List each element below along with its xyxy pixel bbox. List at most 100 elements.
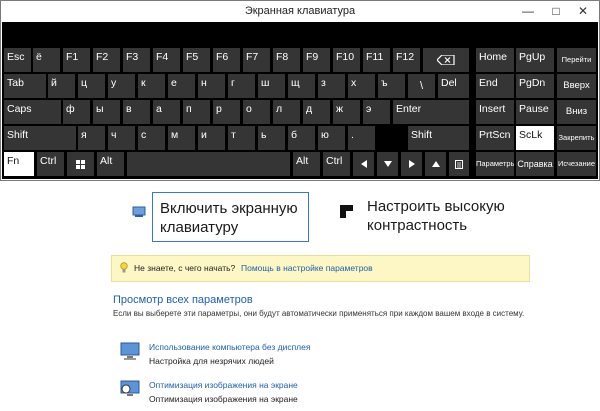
key-up[interactable]: Вверх xyxy=(557,74,596,98)
section-title: Просмотр всех параметров xyxy=(113,294,253,306)
key-esc[interactable]: Esc xyxy=(4,48,31,72)
key-menu[interactable] xyxy=(449,152,469,176)
key-sclk[interactable]: ScLk xyxy=(516,126,554,150)
option-no-display-link[interactable]: Использование компьютера без дисплея xyxy=(149,342,310,352)
key-arrow-down[interactable] xyxy=(377,152,398,176)
key-del[interactable]: Del xyxy=(438,74,469,98)
key-letter-row3-4[interactable]: и xyxy=(198,126,225,150)
key-prtscn[interactable]: PrtScn xyxy=(476,126,514,150)
key-letter-row3-7[interactable]: б xyxy=(288,126,315,150)
key-windows[interactable] xyxy=(67,152,94,176)
backspace-key[interactable] xyxy=(423,48,469,72)
key-home[interactable]: Home xyxy=(476,48,514,72)
minimize-button[interactable]: — xyxy=(519,3,537,19)
key-letter-row2-4[interactable]: п xyxy=(183,100,210,124)
key-letter-row3-3[interactable]: м xyxy=(168,126,195,150)
key-letter-row1-9[interactable]: з xyxy=(318,74,345,98)
key-letter-row2-7[interactable]: л xyxy=(273,100,300,124)
on-screen-keyboard-window: Экранная клавиатура — □ ✕ Esc ё F1 F2 F3… xyxy=(0,0,600,181)
maximize-button[interactable]: □ xyxy=(547,3,565,19)
key-letter-row1-10[interactable]: х xyxy=(348,74,375,98)
key-letter-row2-9[interactable]: ж xyxy=(333,100,360,124)
key-letter-row1-7[interactable]: ш xyxy=(258,74,285,98)
key-alt-left[interactable]: Alt xyxy=(97,152,124,176)
key-dock[interactable]: Закрепить xyxy=(557,126,596,150)
key-pgdn[interactable]: PgDn xyxy=(516,74,554,98)
option-optimize-display-link[interactable]: Оптимизация изображения на экране xyxy=(149,380,298,390)
key-letter-row3-8[interactable]: ю xyxy=(318,126,345,150)
key-letter-row1-11[interactable]: ъ xyxy=(378,74,405,98)
key-letter-row3-5[interactable]: т xyxy=(228,126,255,150)
hint-question: Не знаете, с чего начать? xyxy=(134,263,236,273)
key-letter-row3-6[interactable]: ь xyxy=(258,126,285,150)
key-letter-row1-1[interactable]: ц xyxy=(78,74,105,98)
key-jump[interactable]: Перейти xyxy=(557,48,596,72)
menu-icon xyxy=(455,159,463,169)
key-letter-row3-9[interactable]: . xyxy=(348,126,375,150)
key-letter-row1-3[interactable]: к xyxy=(138,74,165,98)
key-tab[interactable]: Tab xyxy=(4,74,46,98)
key-alt-right[interactable]: Alt xyxy=(293,152,320,176)
key-letter-row1-8[interactable]: щ xyxy=(288,74,315,98)
key-letter-row3-0[interactable]: я xyxy=(78,126,105,150)
key-f11[interactable]: F11 xyxy=(363,48,390,72)
key-f1[interactable]: F1 xyxy=(63,48,90,72)
key-letter-row2-1[interactable]: ы xyxy=(93,100,120,124)
close-button[interactable]: ✕ xyxy=(574,3,592,19)
key-end[interactable]: End xyxy=(476,74,514,98)
key-insert[interactable]: Insert xyxy=(476,100,514,124)
hint-help-link[interactable]: Помощь в настройке параметров xyxy=(241,263,373,273)
key-arrow-up[interactable] xyxy=(425,152,446,176)
key-f5[interactable]: F5 xyxy=(183,48,210,72)
key-f2[interactable]: F2 xyxy=(93,48,120,72)
key-letter-row2-5[interactable]: р xyxy=(213,100,240,124)
key-letter-row3-2[interactable]: с xyxy=(138,126,165,150)
key-letter-row2-0[interactable]: ф xyxy=(63,100,90,124)
key-down[interactable]: Вниз xyxy=(557,100,596,124)
key-fn[interactable]: Fn xyxy=(4,152,34,176)
key-yo[interactable]: ё xyxy=(33,48,60,72)
key-f10[interactable]: F10 xyxy=(333,48,360,72)
key-letter-row2-6[interactable]: о xyxy=(243,100,270,124)
key-letter-row2-2[interactable]: в xyxy=(123,100,150,124)
key-f7[interactable]: F7 xyxy=(243,48,270,72)
key-letter-row1-4[interactable]: е xyxy=(168,74,195,98)
key-caps[interactable]: Caps xyxy=(4,100,61,124)
key-ctrl-right[interactable]: Ctrl xyxy=(323,152,350,176)
key-letter-row2-3[interactable]: а xyxy=(153,100,180,124)
key-options[interactable]: Параметры xyxy=(476,152,514,176)
key-space[interactable] xyxy=(127,152,290,176)
key-shift-right[interactable]: Shift xyxy=(408,126,469,150)
tile-high-contrast[interactable]: Настроить высокую контрастность xyxy=(340,195,510,240)
contrast-icon xyxy=(340,205,353,218)
key-enter[interactable]: Enter xyxy=(393,100,469,124)
key-letter-row1-0[interactable]: й xyxy=(48,74,75,98)
key-arrow-left[interactable] xyxy=(353,152,374,176)
key-f6[interactable]: F6 xyxy=(213,48,240,72)
key-arrow-right[interactable] xyxy=(401,152,422,176)
key-shift-left[interactable]: Shift xyxy=(4,126,76,150)
key-fade[interactable]: Исчезание xyxy=(557,152,596,176)
arrow-down-icon xyxy=(383,161,392,167)
key-help[interactable]: Справка xyxy=(516,152,554,176)
key-f12[interactable]: F12 xyxy=(393,48,420,72)
key-letter-row2-8[interactable]: д xyxy=(303,100,330,124)
key-f3[interactable]: F3 xyxy=(123,48,150,72)
title-bar[interactable]: Экранная клавиатура — □ ✕ xyxy=(1,1,599,22)
key-backslash[interactable]: \ xyxy=(408,74,435,98)
keyboard: Esc ё F1 F2 F3 F4 F5 F6 F7 F8 F9 F10 F11… xyxy=(2,22,598,179)
key-letter-row1-6[interactable]: г xyxy=(228,74,255,98)
backspace-icon xyxy=(437,55,455,65)
windows-icon xyxy=(76,159,85,169)
key-letter-row3-1[interactable]: ч xyxy=(108,126,135,150)
key-ctrl-left[interactable]: Ctrl xyxy=(37,152,64,176)
key-f8[interactable]: F8 xyxy=(273,48,300,72)
tile-on-screen-keyboard[interactable]: Включить экранную клавиатуру xyxy=(132,192,309,242)
key-pause[interactable]: Pause xyxy=(516,100,554,124)
key-f4[interactable]: F4 xyxy=(153,48,180,72)
key-f9[interactable]: F9 xyxy=(303,48,330,72)
key-letter-row1-5[interactable]: н xyxy=(198,74,225,98)
key-letter-row1-2[interactable]: у xyxy=(108,74,135,98)
key-letter-row2-10[interactable]: э xyxy=(363,100,390,124)
key-pgup[interactable]: PgUp xyxy=(516,48,554,72)
